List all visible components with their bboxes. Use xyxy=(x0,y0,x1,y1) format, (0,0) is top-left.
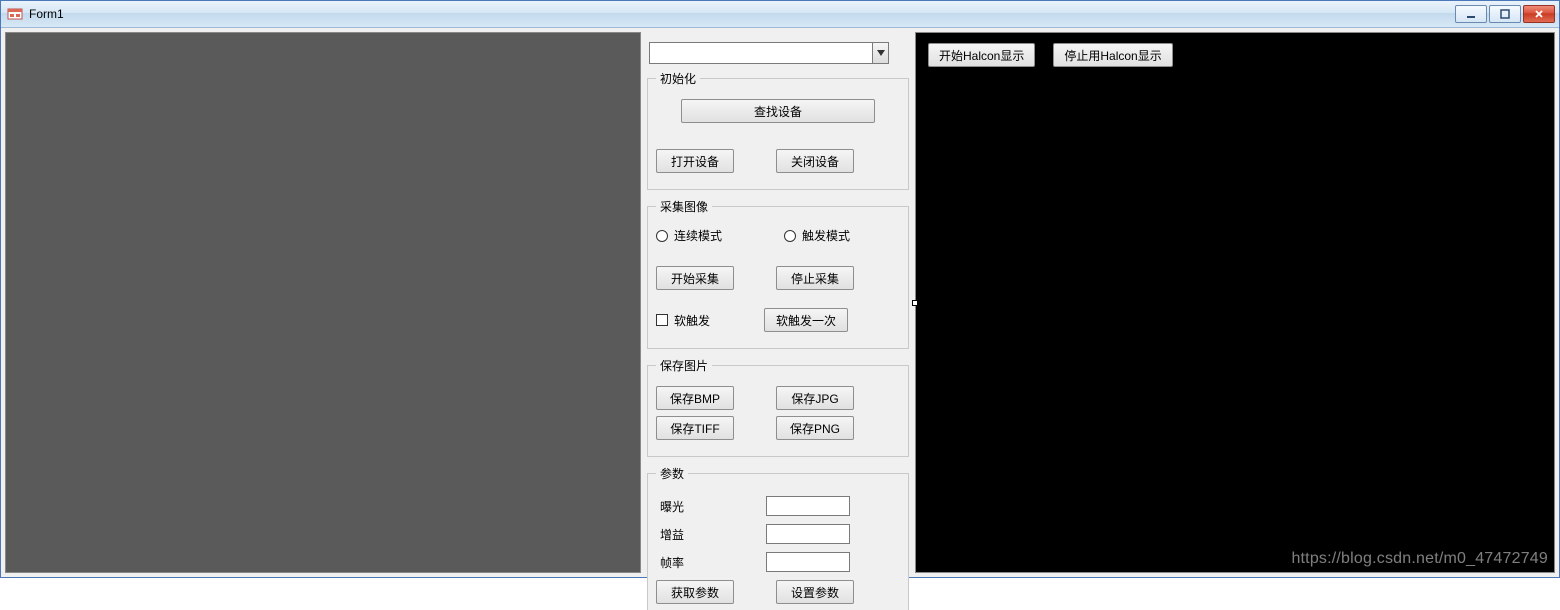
resize-handle[interactable] xyxy=(912,300,918,306)
save-jpg-button[interactable]: 保存JPG xyxy=(776,386,854,410)
radio-icon xyxy=(784,230,796,242)
radio-icon xyxy=(656,230,668,242)
get-params-button[interactable]: 获取参数 xyxy=(656,580,734,604)
window-buttons xyxy=(1455,5,1555,23)
minimize-button[interactable] xyxy=(1455,5,1487,23)
maximize-button[interactable] xyxy=(1489,5,1521,23)
continuous-mode-radio[interactable]: 连续模式 xyxy=(656,227,722,244)
set-params-button[interactable]: 设置参数 xyxy=(776,580,854,604)
exposure-label: 曝光 xyxy=(656,498,766,515)
frame-rate-input[interactable] xyxy=(766,552,850,572)
trigger-mode-radio[interactable]: 触发模式 xyxy=(784,227,850,244)
start-capture-button[interactable]: 开始采集 xyxy=(656,266,734,290)
group-params-legend: 参数 xyxy=(656,465,688,482)
save-tiff-button[interactable]: 保存TIFF xyxy=(656,416,734,440)
device-combobox[interactable] xyxy=(649,42,889,64)
main-layout: 初始化 查找设备 打开设备 关闭设备 采集图像 xyxy=(5,32,1555,573)
image-view-left[interactable] xyxy=(5,32,641,573)
trigger-mode-label: 触发模式 xyxy=(802,227,850,244)
gain-label: 增益 xyxy=(656,526,766,543)
group-params: 参数 曝光 增益 帧率 获取参数 设置参数 xyxy=(647,465,909,610)
window-title: Form1 xyxy=(29,7,64,21)
control-panel: 初始化 查找设备 打开设备 关闭设备 采集图像 xyxy=(641,32,915,573)
group-init: 初始化 查找设备 打开设备 关闭设备 xyxy=(647,70,909,190)
close-device-button[interactable]: 关闭设备 xyxy=(776,149,854,173)
continuous-mode-label: 连续模式 xyxy=(674,227,722,244)
soft-trigger-checkbox[interactable]: 软触发 xyxy=(656,312,710,329)
halcon-buttons: 开始Halcon显示 停止用Halcon显示 xyxy=(928,43,1173,67)
group-capture: 采集图像 连续模式 触发模式 开始采集 停止 xyxy=(647,198,909,349)
stop-halcon-button[interactable]: 停止用Halcon显示 xyxy=(1053,43,1172,67)
group-save: 保存图片 保存BMP 保存JPG 保存TIFF 保存PNG xyxy=(647,357,909,457)
save-bmp-button[interactable]: 保存BMP xyxy=(656,386,734,410)
close-button[interactable] xyxy=(1523,5,1555,23)
soft-trigger-label: 软触发 xyxy=(674,312,710,329)
titlebar[interactable]: Form1 xyxy=(1,0,1559,28)
soft-trigger-once-button[interactable]: 软触发一次 xyxy=(764,308,848,332)
group-capture-legend: 采集图像 xyxy=(656,198,712,215)
stop-capture-button[interactable]: 停止采集 xyxy=(776,266,854,290)
checkbox-icon xyxy=(656,314,668,326)
client-area: 初始化 查找设备 打开设备 关闭设备 采集图像 xyxy=(1,28,1559,577)
frame-rate-label: 帧率 xyxy=(656,554,766,571)
app-window: Form1 xyxy=(0,0,1560,578)
chevron-down-icon xyxy=(872,43,888,63)
start-halcon-button[interactable]: 开始Halcon显示 xyxy=(928,43,1035,67)
image-view-right[interactable]: 开始Halcon显示 停止用Halcon显示 https://blog.csdn… xyxy=(915,32,1555,573)
app-icon xyxy=(7,6,23,22)
open-device-button[interactable]: 打开设备 xyxy=(656,149,734,173)
gain-input[interactable] xyxy=(766,524,850,544)
group-init-legend: 初始化 xyxy=(656,70,700,87)
group-save-legend: 保存图片 xyxy=(656,357,712,374)
find-device-button[interactable]: 查找设备 xyxy=(681,99,875,123)
save-png-button[interactable]: 保存PNG xyxy=(776,416,854,440)
watermark-text: https://blog.csdn.net/m0_47472749 xyxy=(1291,550,1548,568)
exposure-input[interactable] xyxy=(766,496,850,516)
